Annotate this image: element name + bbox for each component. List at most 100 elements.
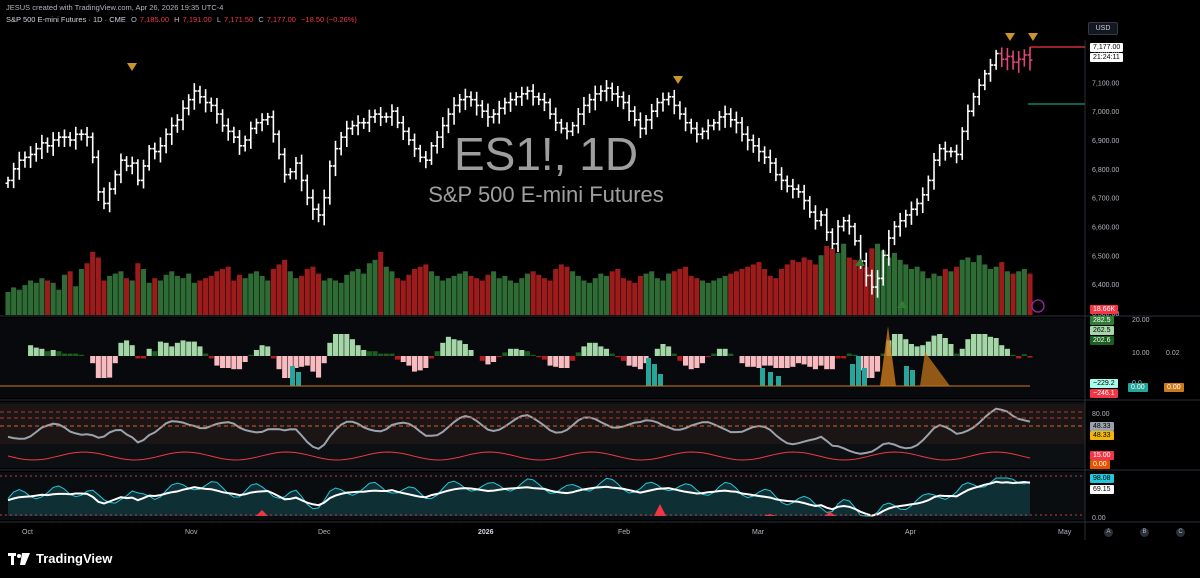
volume-bar bbox=[73, 286, 79, 315]
volume-bar bbox=[615, 269, 621, 315]
volume-bar bbox=[982, 264, 988, 315]
wave-bar bbox=[491, 356, 497, 362]
wave-bar bbox=[479, 356, 485, 361]
wave-bar bbox=[683, 356, 689, 366]
volume-bar bbox=[56, 289, 62, 315]
wave-bar bbox=[666, 346, 672, 356]
volume-bar bbox=[265, 280, 271, 315]
wave-bar bbox=[722, 348, 728, 356]
volume-bar bbox=[152, 278, 158, 315]
volume-bar bbox=[259, 275, 265, 315]
wave-bar bbox=[485, 356, 491, 365]
chart-svg[interactable]: ES1!, 1D S&P 500 E-mini Futures 7,200.00… bbox=[0, 0, 1200, 578]
wave-bar bbox=[383, 353, 389, 356]
wave-bar bbox=[711, 353, 717, 356]
volume-bar bbox=[558, 264, 564, 315]
volume-bar bbox=[739, 269, 745, 315]
volume-bar bbox=[1016, 271, 1022, 315]
scale-c-button[interactable]: C bbox=[1176, 528, 1185, 537]
volume-bar bbox=[688, 275, 694, 315]
wave-side-label: 0.02 bbox=[1166, 350, 1180, 357]
wave-bar bbox=[107, 356, 113, 378]
volume-bar bbox=[553, 269, 559, 315]
wave-bar bbox=[140, 356, 147, 359]
volume-bar bbox=[61, 274, 68, 315]
sell-marker bbox=[1005, 33, 1015, 41]
wave-bar bbox=[412, 356, 418, 372]
wave-bar bbox=[925, 341, 931, 356]
osc-tag-4: 0.00 bbox=[1090, 460, 1110, 469]
wave-bar bbox=[937, 334, 943, 356]
wave-bar bbox=[406, 356, 412, 366]
volume-bar bbox=[513, 282, 519, 315]
wave-bar bbox=[846, 353, 852, 356]
tradingview-logo[interactable]: TradingView bbox=[8, 551, 112, 566]
wave-bar bbox=[801, 356, 807, 365]
wave-bar bbox=[558, 356, 564, 368]
wave-bar bbox=[163, 342, 169, 356]
volume-bar bbox=[174, 275, 180, 315]
wave-bar bbox=[976, 334, 982, 356]
price-axis-label: 6,700.00 bbox=[1092, 196, 1119, 203]
wave-bar bbox=[44, 351, 51, 356]
wave-bar bbox=[530, 354, 536, 356]
wave-bar bbox=[609, 353, 615, 356]
teal-histogram bbox=[646, 358, 651, 386]
volume-bar bbox=[140, 269, 147, 315]
wave-bar bbox=[615, 356, 621, 358]
wave-bar bbox=[157, 341, 163, 356]
wave-bar bbox=[282, 356, 288, 378]
wave-bar bbox=[824, 356, 830, 370]
wave-bar bbox=[203, 353, 209, 356]
volume-bar bbox=[762, 269, 768, 315]
volume-bar bbox=[107, 275, 113, 315]
volume-bar bbox=[541, 278, 547, 315]
time-axis-label: Nov bbox=[185, 529, 198, 536]
volume-bar bbox=[660, 280, 666, 315]
volume-bar bbox=[790, 259, 796, 315]
wave-bar bbox=[767, 356, 773, 366]
volume-bar bbox=[784, 264, 790, 315]
scale-b-button[interactable]: B bbox=[1140, 528, 1149, 537]
wave-bar bbox=[920, 345, 926, 356]
time-axis-label: Dec bbox=[318, 529, 331, 536]
volume-bar bbox=[332, 280, 339, 315]
volume-bar bbox=[824, 246, 830, 315]
wave-bar bbox=[632, 356, 638, 367]
volume-bar bbox=[16, 289, 22, 315]
wave-bar bbox=[191, 341, 197, 356]
volume-bar bbox=[502, 275, 508, 315]
watermark-subtitle: S&P 500 E-mini Futures bbox=[428, 182, 664, 207]
volume-bar bbox=[197, 280, 203, 315]
volume-bar bbox=[965, 257, 971, 315]
wave-bar bbox=[575, 352, 581, 356]
volume-bar bbox=[530, 271, 536, 315]
wave-bar bbox=[908, 344, 914, 356]
volume-bar bbox=[417, 266, 423, 315]
volume-bar bbox=[524, 273, 531, 315]
wave-bar bbox=[954, 353, 960, 356]
volume-bar bbox=[699, 280, 706, 315]
time-axis-label: Mar bbox=[752, 529, 765, 536]
volume-bar bbox=[355, 269, 361, 315]
bottom-axis-label: 0.00 bbox=[1092, 515, 1106, 522]
bottom-tag-1: 98.08 bbox=[1090, 474, 1114, 483]
wave-bar bbox=[327, 342, 333, 356]
volume-bar bbox=[959, 259, 965, 315]
wave-bar bbox=[807, 356, 813, 367]
wave-bar bbox=[78, 354, 84, 356]
scale-a-button[interactable]: A bbox=[1104, 528, 1113, 537]
wave-bar bbox=[118, 342, 124, 356]
volume-bar bbox=[169, 271, 175, 315]
volume-bar bbox=[683, 266, 689, 315]
wave-bar bbox=[931, 335, 937, 356]
volume-bar bbox=[468, 275, 474, 315]
volume-bar bbox=[163, 274, 169, 315]
wave-bar bbox=[1016, 356, 1022, 359]
wave-bar bbox=[135, 356, 141, 359]
wave-bar bbox=[90, 356, 96, 364]
teal-histogram bbox=[850, 364, 855, 386]
wave-bar bbox=[1010, 354, 1016, 356]
wave-bar bbox=[671, 353, 677, 356]
wave-bar bbox=[812, 356, 818, 370]
